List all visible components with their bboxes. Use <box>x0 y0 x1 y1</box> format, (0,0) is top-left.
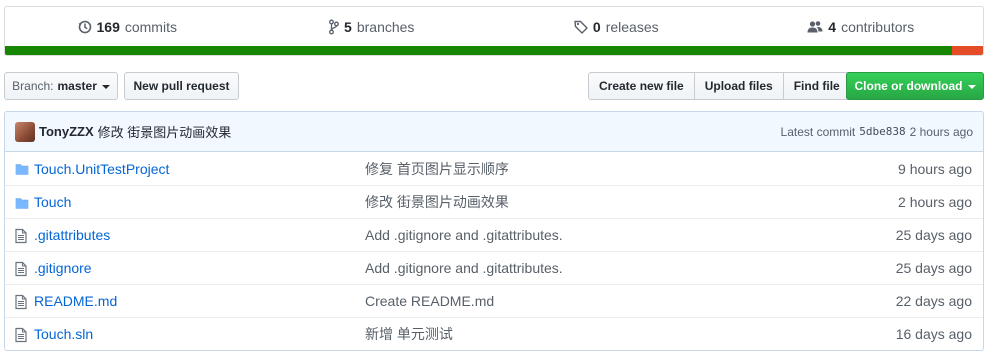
branches-count: 5 <box>344 19 352 35</box>
file-commit-message-link[interactable]: 修复 首页图片显示顺序 <box>365 159 509 179</box>
file-name-link[interactable]: Touch.UnitTestProject <box>34 161 169 177</box>
file-text-icon <box>15 294 31 310</box>
language-bar-segment[interactable] <box>951 46 983 55</box>
avatar[interactable] <box>15 121 35 142</box>
git-branch-icon <box>329 19 339 35</box>
clone-or-download-label: Clone or download <box>854 79 963 93</box>
file-age: 16 days ago <box>895 326 972 342</box>
file-name-link[interactable]: README.md <box>34 293 117 309</box>
commits-link[interactable]: 169 commits <box>5 19 250 35</box>
file-navigation: TonyZZX 修改 街景图片动画效果 Latest commit 5dbe83… <box>4 111 984 351</box>
file-commit-message-link[interactable]: 新增 单元测试 <box>365 324 453 344</box>
branch-name: master <box>57 79 97 93</box>
contributors-link[interactable]: 4 contributors <box>739 19 984 35</box>
file-age: 2 hours ago <box>898 194 972 210</box>
file-row: Touch.UnitTestProject 修复 首页图片显示顺序 9 hours … <box>5 152 983 185</box>
commits-label: commits <box>124 19 177 35</box>
history-icon <box>78 19 92 35</box>
file-commit-message-link[interactable]: Add .gitignore and .gitattributes. <box>365 260 563 276</box>
file-age: 25 days ago <box>895 227 972 243</box>
numbers-summary: 169 commits 5 branches 0 releases 4 cont… <box>5 7 983 47</box>
caret-down-icon <box>101 84 110 89</box>
releases-label: releases <box>605 19 659 35</box>
file-age: 22 days ago <box>895 293 972 309</box>
file-actions-group: Create new file Upload files Find file <box>588 72 851 100</box>
file-commit-message-link[interactable]: Create README.md <box>365 293 494 309</box>
commits-count: 169 <box>96 19 120 35</box>
upload-files-button[interactable]: Upload files <box>693 72 784 100</box>
file-text-icon <box>15 327 31 343</box>
people-icon <box>807 19 823 35</box>
file-commit-message-link[interactable]: Add .gitignore and .gitattributes. <box>365 227 563 243</box>
file-name-link[interactable]: .gitattributes <box>34 227 110 243</box>
branches-link[interactable]: 5 branches <box>250 19 495 35</box>
tag-icon <box>574 19 588 35</box>
file-row: README.md Create README.md 22 days ago <box>5 284 983 317</box>
repo-summary: 169 commits 5 branches 0 releases 4 cont… <box>4 6 984 56</box>
contributors-label: contributors <box>841 19 915 35</box>
caret-down-icon <box>967 84 976 89</box>
folder-icon <box>15 161 31 177</box>
file-name-link[interactable]: .gitignore <box>34 260 92 276</box>
commit-age: 2 hours ago <box>909 124 973 139</box>
commit-message[interactable]: 修改 街景图片动画效果 <box>98 122 232 141</box>
latest-commit-info: Latest commit 5dbe838 2 hours ago <box>781 125 973 139</box>
file-name-link[interactable]: Touch.sln <box>34 326 93 342</box>
commit-author[interactable]: TonyZZX <box>39 124 94 139</box>
file-name-link[interactable]: Touch <box>34 194 71 210</box>
language-bar-segment[interactable] <box>5 46 952 55</box>
file-commit-message-link[interactable]: 修改 街景图片动画效果 <box>365 192 509 212</box>
contributors-count: 4 <box>828 19 837 35</box>
file-row: .gitignore Add .gitignore and .gitattribu… <box>5 251 983 284</box>
folder-icon <box>15 195 31 211</box>
commit-sha[interactable]: 5dbe838 <box>859 125 905 138</box>
file-row: Touch 修改 街景图片动画效果 2 hours ago <box>5 185 983 218</box>
releases-count: 0 <box>592 19 601 35</box>
file-age: 9 hours ago <box>898 160 972 177</box>
branch-prefix: Branch: <box>12 79 54 93</box>
find-file-button[interactable]: Find file <box>782 72 851 100</box>
new-pull-request-button[interactable]: New pull request <box>124 72 239 100</box>
file-list: Touch.UnitTestProject 修复 首页图片显示顺序 9 hours … <box>5 152 983 350</box>
file-text-icon <box>15 261 31 277</box>
latest-commit-bar: TonyZZX 修改 街景图片动画效果 Latest commit 5dbe83… <box>5 112 983 152</box>
language-bar[interactable] <box>5 46 983 55</box>
latest-commit-label: Latest commit <box>780 124 856 139</box>
file-row: Touch.sln 新增 单元测试 16 days ago <box>5 317 983 350</box>
clone-or-download-button[interactable]: Clone or download <box>846 72 984 100</box>
branch-select-button[interactable]: Branch: master <box>4 72 118 100</box>
file-row: .gitattributes Add .gitignore and .gitatt… <box>5 218 983 251</box>
file-text-icon <box>15 228 31 244</box>
file-age: 25 days ago <box>895 260 972 276</box>
releases-link[interactable]: 0 releases <box>494 19 739 35</box>
create-new-file-button[interactable]: Create new file <box>588 72 695 100</box>
branches-label: branches <box>356 19 415 35</box>
